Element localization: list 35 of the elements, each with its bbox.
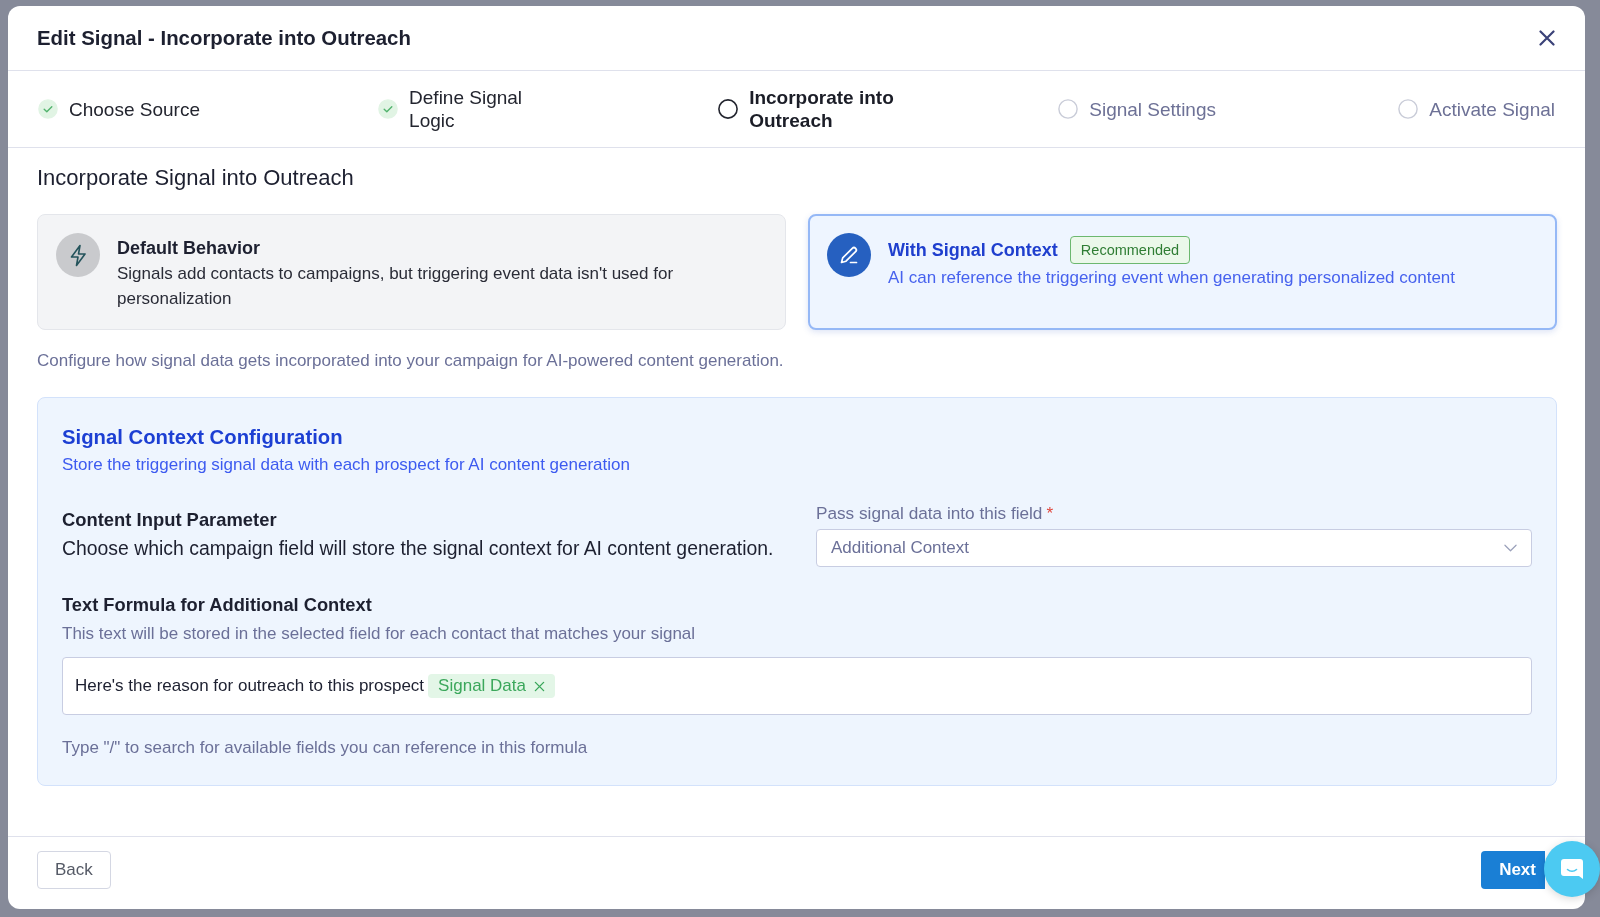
parameter-description: Choose which campaign field will store the signal context for AI content generation.	[62, 535, 775, 561]
option-title: Default Behavior	[117, 237, 261, 260]
step-label: Choose Source	[69, 97, 200, 121]
chat-bubble-icon	[1559, 856, 1585, 882]
option-card[interactable]: With Signal Context Recommended AI can reference the triggering event when generating personalized content	[808, 214, 1557, 330]
section-title: Incorporate Signal into Outreach	[37, 165, 355, 190]
formula-help-text: Type "/" to search for available fields you can reference in this formula	[62, 737, 589, 759]
formula-description: This text will be stored in the selected field for each contact that matches your signal	[62, 623, 697, 645]
dialog-title: Edit Signal - Incorporate into Outreach	[37, 26, 411, 51]
lightning-bolt-icon	[56, 233, 100, 277]
back-button[interactable]: Back	[37, 851, 111, 889]
step-label: Signal Settings	[1089, 97, 1216, 121]
option-description: Signals add contacts to campaigns, but triggering event data isn't used for personalization	[117, 263, 675, 310]
formula-title: Text Formula for Additional Context	[62, 593, 373, 617]
config-title: Signal Context Configuration	[62, 425, 344, 450]
option-title: With Signal Context	[888, 239, 1058, 262]
field-label: Pass signal data into this field *	[816, 502, 1055, 524]
close-button[interactable]	[1539, 30, 1555, 46]
formula-text: Here's the reason for outreach to this prospect	[75, 676, 425, 696]
pencil-icon	[827, 233, 871, 277]
option-description: AI can reference the triggering event when generating personalized content	[888, 267, 1456, 289]
close-icon	[1539, 30, 1555, 46]
step-label: Define Signal Logic	[409, 86, 524, 132]
parameter-title: Content Input Parameter	[62, 507, 278, 532]
dropdown-field[interactable]: Additional Context	[816, 529, 1532, 567]
option-card[interactable]: Default Behavior Signals add contacts to campaigns, but triggering event data isn't used for personalization	[37, 214, 786, 330]
chevron-down-icon	[1504, 544, 1517, 552]
recommended-badge: Recommended	[1069, 236, 1191, 264]
step-label: Incorporate into Outreach	[749, 86, 895, 132]
step-label: Activate Signal	[1429, 97, 1555, 121]
close-icon[interactable]	[534, 680, 545, 692]
formula-input-field[interactable]: Here's the reason for outreach to this prospect Signal Data	[62, 657, 1532, 715]
next-button[interactable]: Next	[1481, 851, 1545, 889]
config-subtitle: Store the triggering signal data with each prospect for AI content generation	[62, 454, 631, 476]
hint-text: Configure how signal data gets incorporated into your campaign for AI-powered content generation.	[37, 350, 785, 372]
